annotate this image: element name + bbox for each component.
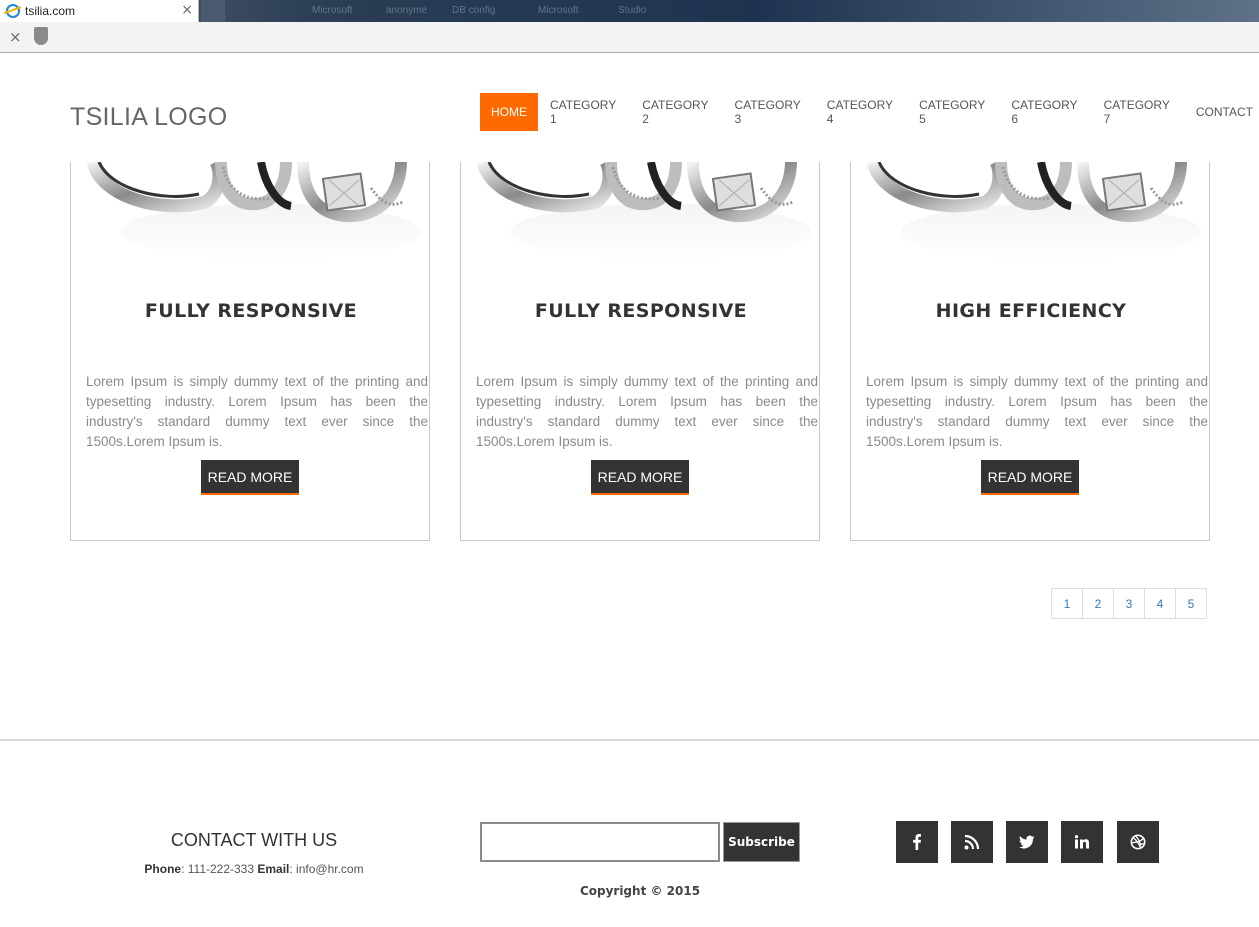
page-link-2[interactable]: 2 [1082,588,1114,619]
email-value: : info@hr.com [289,862,364,876]
page-link-1[interactable]: 1 [1051,588,1083,619]
dribbble-icon[interactable] [1117,821,1159,863]
read-more-button[interactable]: READ MORE [591,460,689,495]
new-tab-button[interactable] [201,0,225,22]
subscribe-email-input[interactable] [480,822,720,862]
background-tab-label[interactable]: Studio [618,5,646,16]
phone-label: Phone [144,862,182,876]
card-title: FULLY RESPONSIVE [534,300,748,322]
rings-image [71,162,429,262]
nav-item-category-6[interactable]: CATEGORY 6 [1005,93,1090,131]
feature-card: FULLY RESPONSIVE Lorem Ipsum is simply d… [70,162,430,541]
subscribe-button[interactable]: Subscribe [723,822,800,862]
rss-icon[interactable] [951,821,993,863]
nav-item-home[interactable]: HOME [480,93,538,131]
page-link-3[interactable]: 3 [1113,588,1145,619]
card-description: Lorem Ipsum is simply dummy text of the … [476,374,818,449]
copyright-text: Copyright © 2015 [579,884,701,898]
read-more-button[interactable]: READ MORE [201,460,299,495]
rings-image [461,162,819,262]
background-tab-label[interactable]: anonyme [386,5,427,16]
stop-icon[interactable]: × [9,28,22,46]
contact-details: Phone: 111-222-333 Email: info@hr.com [70,862,438,876]
browser-tab[interactable]: tsilia.com × [0,0,199,22]
shield-icon[interactable] [34,27,48,45]
nav-item-category-4[interactable]: CATEGORY 4 [821,93,906,131]
card-description: Lorem Ipsum is simply dummy text of the … [866,374,1208,449]
card-title: FULLY RESPONSIVE [144,300,358,322]
card-title: HIGH EFFICIENCY [935,300,1127,322]
main-navigation: HOME CATEGORY 1 CATEGORY 2 CATEGORY 3 CA… [480,93,1259,131]
feature-card: HIGH EFFICIENCY Lorem Ipsum is simply du… [850,162,1210,541]
card-description: Lorem Ipsum is simply dummy text of the … [86,374,428,449]
browser-tab-bar: tsilia.com × Microsoft anonyme DB config… [0,0,1259,22]
browser-tab-title: tsilia.com [25,4,76,18]
tab-close-icon[interactable]: × [181,2,193,18]
pagination: 1 2 3 4 5 [1051,588,1207,619]
contact-heading: CONTACT WITH US [170,830,338,850]
nav-item-category-7[interactable]: CATEGORY 7 [1098,93,1183,131]
email-label: Email [257,862,290,876]
site-logo[interactable]: TSILIA LOGO [70,103,228,132]
background-tab-label[interactable]: DB config [452,5,495,16]
rings-image [851,162,1209,262]
ie-favicon-icon [6,4,20,18]
page-link-5[interactable]: 5 [1175,588,1207,619]
nav-item-category-5[interactable]: CATEGORY 5 [913,93,998,131]
nav-item-category-1[interactable]: CATEGORY 1 [544,93,629,131]
background-tab-label[interactable]: Microsoft [312,5,353,16]
nav-item-contact[interactable]: CONTACT [1190,93,1259,131]
browser-toolbar: × [0,22,1259,53]
facebook-icon[interactable] [896,821,938,863]
feature-card: FULLY RESPONSIVE Lorem Ipsum is simply d… [460,162,820,541]
nav-item-category-3[interactable]: CATEGORY 3 [729,93,814,131]
footer-divider [0,739,1259,741]
read-more-button[interactable]: READ MORE [981,460,1079,495]
phone-value: : 111-222-333 [181,862,258,876]
background-tab-label[interactable]: Microsoft [538,5,579,16]
twitter-icon[interactable] [1006,821,1048,863]
linkedin-icon[interactable] [1061,821,1103,863]
nav-item-category-2[interactable]: CATEGORY 2 [636,93,721,131]
page-link-4[interactable]: 4 [1144,588,1176,619]
